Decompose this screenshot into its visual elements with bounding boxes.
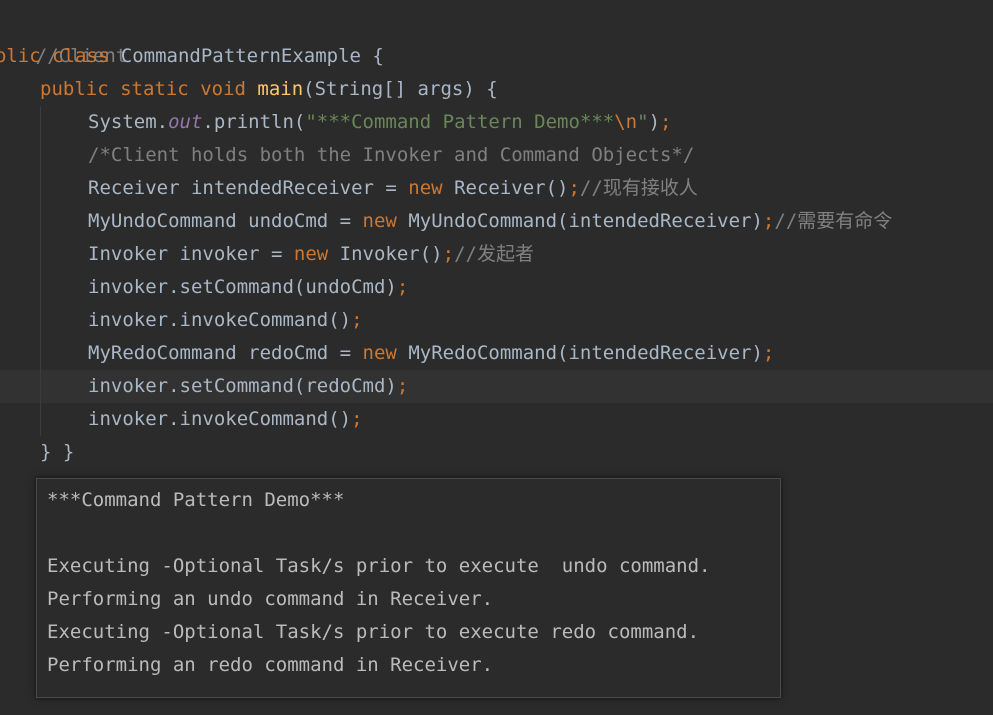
semicolon: ; (351, 408, 363, 430)
println-call: .println( (202, 111, 306, 133)
code-line-block-comment[interactable]: /*Client holds both the Invoker and Comm… (88, 139, 694, 172)
semicolon: ; (396, 375, 409, 397)
keyword-new: new (408, 177, 443, 199)
semicolon: ; (660, 111, 672, 133)
code-line-println[interactable]: System.out.println("***Command Pattern D… (88, 106, 671, 139)
code-line-invoke-1[interactable]: invoker.invokeCommand(); (88, 304, 363, 337)
block-comment: /*Client holds both the Invoker and Comm… (88, 144, 695, 166)
close-paren: ) (648, 111, 661, 133)
string-end-quote: " (637, 111, 649, 133)
string-literal: "***Command Pattern Demo*** (305, 111, 615, 133)
keyword-new: new (362, 210, 397, 232)
semicolon: ; (762, 210, 775, 232)
invoke-command-call: invoker.invokeCommand() (88, 309, 352, 331)
code-line-class-declaration[interactable]: public class CommandPatternExample { (0, 40, 384, 73)
code-line-redo-command[interactable]: MyRedoCommand redoCmd = new MyRedoComman… (88, 337, 774, 370)
code-line-invoker[interactable]: Invoker invoker = new Invoker();//发起者 (88, 238, 534, 271)
console-line: ***Command Pattern Demo*** (47, 489, 345, 511)
code-line-comment-client[interactable]: //Client (0, 7, 128, 67)
receiver-declaration: Receiver intendedReceiver = (88, 177, 409, 199)
system-ref: System. (88, 111, 169, 133)
console-line: Performing an undo command in Receiver. (47, 588, 494, 610)
main-params: (String[] args) { (303, 78, 498, 100)
undo-declaration: MyUndoCommand undoCmd = (88, 210, 363, 232)
keyword-void: void (200, 78, 246, 100)
semicolon: ; (442, 243, 455, 265)
semicolon: ; (351, 309, 363, 331)
code-line-closing-braces[interactable]: } } (40, 436, 74, 469)
console-line: Executing -Optional Task/s prior to exec… (47, 555, 711, 577)
code-line-undo-command[interactable]: MyUndoCommand undoCmd = new MyUndoComman… (88, 205, 892, 238)
keyword-public: public (40, 78, 109, 100)
console-line: Executing -Optional Task/s prior to exec… (47, 621, 700, 643)
set-command-call: invoker.setCommand(undoCmd) (88, 276, 397, 298)
redo-constructor: MyRedoCommand(intendedReceiver) (396, 342, 763, 364)
closing-braces: } } (40, 441, 75, 463)
comment-slashes: // (454, 243, 477, 265)
redo-declaration: MyRedoCommand redoCmd = (88, 342, 363, 364)
comment-text: 发起者 (476, 243, 534, 265)
string-escape: \n (614, 111, 638, 133)
code-line-invoke-2[interactable]: invoker.invokeCommand(); (88, 403, 363, 436)
comment-slashes: // (774, 210, 798, 232)
keyword-new: new (362, 342, 397, 364)
undo-constructor: MyUndoCommand(intendedReceiver) (396, 210, 763, 232)
code-line-set-undo[interactable]: invoker.setCommand(undoCmd); (88, 271, 408, 304)
semicolon: ; (396, 276, 409, 298)
open-brace: { (360, 45, 384, 67)
keyword-static: static (120, 78, 189, 100)
console-line: Performing an redo command in Receiver. (47, 654, 494, 676)
method-name-main: main (257, 78, 304, 100)
invoker-declaration: Invoker invoker = (88, 243, 294, 265)
set-command-call: invoker.setCommand(redoCmd) (88, 375, 397, 397)
comment-text: 现有接收人 (602, 177, 698, 199)
invoker-constructor: Invoker() (328, 243, 443, 265)
code-line-set-redo[interactable]: invoker.setCommand(redoCmd); (88, 370, 408, 403)
code-line-receiver[interactable]: Receiver intendedReceiver = new Receiver… (88, 172, 698, 205)
keyword-new: new (293, 243, 329, 265)
invoke-command-call: invoker.invokeCommand() (88, 408, 352, 430)
class-name: CommandPatternExample (120, 45, 361, 67)
keyword-class: class (52, 45, 110, 67)
semicolon: ; (568, 177, 580, 199)
semicolon: ; (762, 342, 775, 364)
receiver-constructor: Receiver() (442, 177, 569, 199)
comment-text: 需要有命令 (797, 210, 893, 232)
console-output-panel[interactable]: ***Command Pattern Demo*** Executing -Op… (36, 478, 781, 698)
indent-guide-outer (40, 106, 41, 436)
code-line-main-declaration[interactable]: public static void main(String[] args) { (40, 73, 498, 106)
comment-slashes: // (579, 177, 603, 199)
static-field-out: out (168, 111, 203, 133)
keyword-public: public (0, 45, 41, 67)
